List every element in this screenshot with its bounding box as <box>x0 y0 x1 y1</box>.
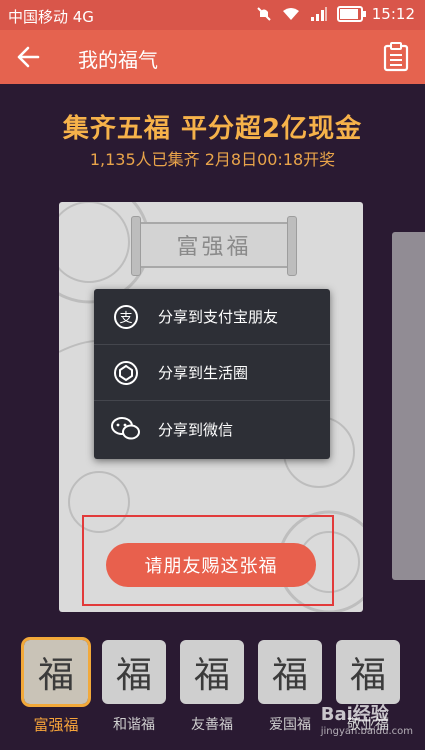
fu-glyph: 福 <box>193 655 230 696</box>
fu-label-youshan: 友善福 <box>191 717 233 733</box>
back-arrow-icon <box>17 46 40 68</box>
card-name: 富强福 <box>176 235 252 260</box>
share-life-circle[interactable]: 分享到生活圈 <box>94 345 330 401</box>
mute-icon <box>257 7 271 21</box>
battery-icon <box>336 6 366 22</box>
status-icons: 15:12 <box>256 5 415 23</box>
fu-tile-hexie[interactable]: 福 <box>102 640 166 704</box>
fu-glyph: 福 <box>271 655 308 696</box>
card-title-scroll: 富强福 <box>131 216 297 276</box>
share-life-circle-label: 分享到生活圈 <box>158 364 249 382</box>
fu-tile-youshan[interactable]: 福 <box>180 640 244 704</box>
alipay-icon: 支 <box>114 304 138 329</box>
fu-label-aiguo: 爱国福 <box>269 717 311 733</box>
ask-friend-button[interactable]: 请朋友赐这张福 <box>106 543 316 587</box>
fu-label-fuqiang: 富强福 <box>33 716 79 734</box>
wifi-icon <box>282 8 299 20</box>
fu-tile-fuqiang[interactable]: 福 <box>21 637 91 707</box>
watermark-main: Bai经验 <box>320 704 389 725</box>
campaign-headline: 集齐五福 平分超2亿现金 <box>62 114 363 144</box>
fu-tile-aiguo[interactable]: 福 <box>258 640 322 704</box>
wechat-icon <box>111 417 140 440</box>
fu-glyph: 福 <box>37 655 74 696</box>
fu-tile-jingye[interactable]: 福 <box>336 640 400 704</box>
fu-glyph: 福 <box>115 655 152 696</box>
share-alipay-friends[interactable]: 支 分享到支付宝朋友 <box>94 289 330 345</box>
share-menu: 支 分享到支付宝朋友 分享到生活圈 分享到微信 <box>94 289 330 459</box>
fu-glyph: 福 <box>349 655 386 696</box>
clipboard-list-icon <box>383 42 409 72</box>
share-wechat-label: 分享到微信 <box>158 420 234 439</box>
svg-text:支: 支 <box>119 311 132 326</box>
watermark-url: jingyan.baidu.com <box>320 726 413 737</box>
records-button[interactable] <box>379 39 413 75</box>
carrier-label: 中国移动 4G <box>8 8 94 26</box>
page-title: 我的福气 <box>78 48 158 72</box>
next-card-peek[interactable] <box>392 232 425 580</box>
campaign-subline: 1,135人已集齐 2月8日00:18开奖 <box>89 150 336 169</box>
signal-icon <box>310 7 327 21</box>
watermark: Bai经验 jingyan.baidu.com <box>321 700 413 737</box>
back-button[interactable] <box>8 37 48 77</box>
fu-label-hexie: 和谐福 <box>113 717 155 733</box>
life-circle-icon <box>114 360 138 385</box>
clock: 15:12 <box>371 5 415 23</box>
status-bar: 中国移动 4G 15:12 <box>0 0 425 30</box>
title-bar: 我的福气 <box>0 30 425 84</box>
share-alipay-label: 分享到支付宝朋友 <box>158 308 279 326</box>
share-wechat[interactable]: 分享到微信 <box>94 401 330 457</box>
